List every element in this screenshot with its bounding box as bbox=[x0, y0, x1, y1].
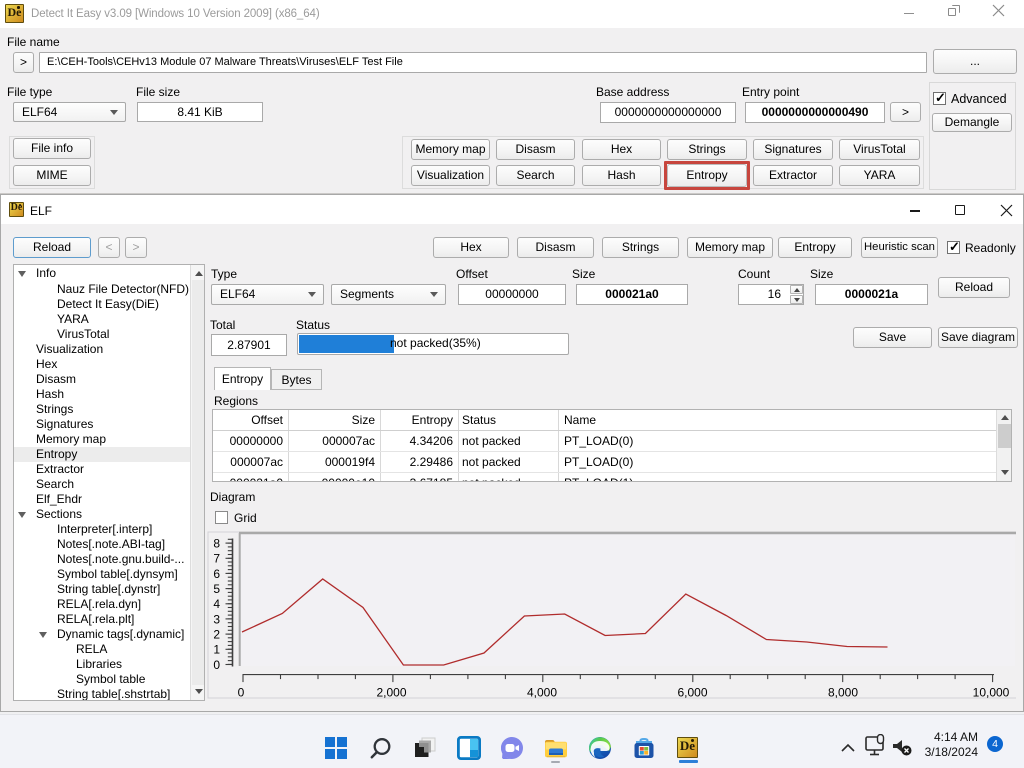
svg-text:4,000: 4,000 bbox=[527, 686, 557, 700]
svg-text:3: 3 bbox=[213, 612, 220, 626]
svg-text:8,000: 8,000 bbox=[828, 686, 858, 700]
svg-text:4: 4 bbox=[213, 597, 220, 611]
svg-text:2,000: 2,000 bbox=[376, 686, 406, 700]
svg-text:6,000: 6,000 bbox=[677, 686, 707, 700]
svg-text:0: 0 bbox=[213, 658, 220, 672]
svg-text:8: 8 bbox=[213, 536, 220, 550]
svg-text:10,000: 10,000 bbox=[973, 686, 1010, 700]
svg-text:2: 2 bbox=[213, 628, 220, 642]
svg-text:5: 5 bbox=[213, 582, 220, 596]
svg-text:6: 6 bbox=[213, 567, 220, 581]
svg-text:1: 1 bbox=[213, 643, 220, 657]
svg-text:7: 7 bbox=[213, 552, 220, 566]
svg-text:0: 0 bbox=[238, 686, 245, 700]
